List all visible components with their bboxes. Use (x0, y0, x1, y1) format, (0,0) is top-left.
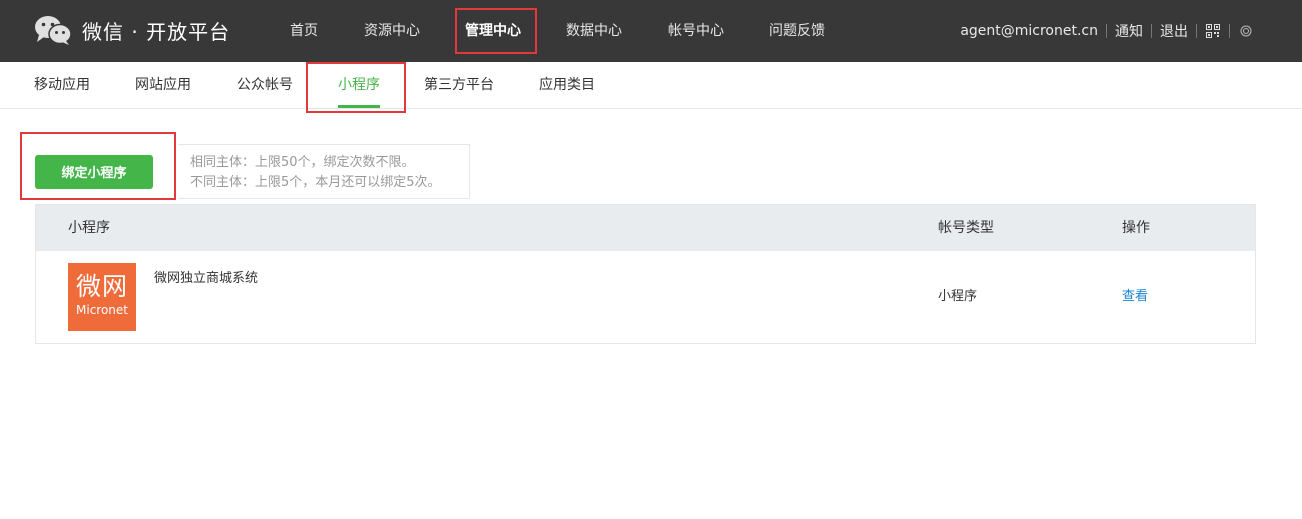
app-account-type: 小程序 (938, 289, 978, 304)
app-logo-text-en: Micronet (76, 303, 128, 317)
mini-program-table: 小程序 帐号类型 操作 微网 Micronet 微网独立商城系统 小程序 查看 (35, 204, 1256, 344)
nav-resource-center[interactable]: 资源中心 (364, 0, 420, 62)
table-header: 小程序 帐号类型 操作 (36, 205, 1255, 251)
nav-home[interactable]: 首页 (290, 0, 318, 62)
highlight-management-center (455, 8, 537, 54)
user-bar: agent@micronet.cn 通知 退出 (960, 0, 1254, 62)
notify-link[interactable]: 通知 (1115, 21, 1143, 41)
logout-link[interactable]: 退出 (1160, 21, 1188, 41)
nav-data-center[interactable]: 数据中心 (566, 0, 622, 62)
divider (1196, 24, 1197, 38)
wechat-logo-icon (34, 14, 72, 46)
subnav-mobile-apps[interactable]: 移动应用 (34, 62, 90, 108)
globe-icon[interactable] (1238, 23, 1254, 39)
user-email[interactable]: agent@micronet.cn (960, 23, 1098, 39)
table-row: 微网 Micronet 微网独立商城系统 小程序 查看 (36, 251, 1255, 343)
logo-text: 微信 · 开放平台 (82, 19, 231, 44)
subnav-website-apps[interactable]: 网站应用 (135, 62, 191, 108)
column-actions: 操作 (1122, 220, 1150, 236)
column-account-type: 帐号类型 (938, 220, 994, 236)
app-logo-text-cn: 微网 (75, 272, 128, 301)
app-logo: 微网 Micronet (68, 263, 136, 331)
divider (1106, 24, 1107, 38)
qrcode-icon[interactable] (1205, 23, 1221, 39)
tip-same-entity: 相同主体：上限50个，绑定次数不限。 (190, 155, 415, 170)
highlight-mini-programs-tab (306, 62, 406, 113)
bind-limit-tips: 相同主体：上限50个，绑定次数不限。 不同主体：上限5个，本月还可以绑定5次。 (178, 144, 470, 199)
wechat-logo[interactable]: 微信 · 开放平台 (34, 12, 230, 48)
column-mini-program: 小程序 (68, 220, 110, 236)
app-name: 微网独立商城系统 (154, 271, 259, 286)
bind-mini-program-button[interactable]: 绑定小程序 (35, 155, 153, 189)
sub-nav: 移动应用 网站应用 公众帐号 小程序 第三方平台 应用类目 (0, 62, 1302, 109)
view-link[interactable]: 查看 (1122, 251, 1148, 343)
divider (1229, 24, 1230, 38)
tip-different-entity: 不同主体：上限5个，本月还可以绑定5次。 (190, 175, 441, 190)
subnav-app-categories[interactable]: 应用类目 (539, 62, 595, 108)
subnav-official-accounts[interactable]: 公众帐号 (237, 62, 293, 108)
nav-account-center[interactable]: 帐号中心 (668, 0, 724, 62)
nav-feedback[interactable]: 问题反馈 (769, 0, 825, 62)
subnav-third-party-platform[interactable]: 第三方平台 (424, 62, 494, 108)
divider (1151, 24, 1152, 38)
top-bar: 微信 · 开放平台 首页 资源中心 管理中心 数据中心 帐号中心 问题反馈 ag… (0, 0, 1302, 62)
